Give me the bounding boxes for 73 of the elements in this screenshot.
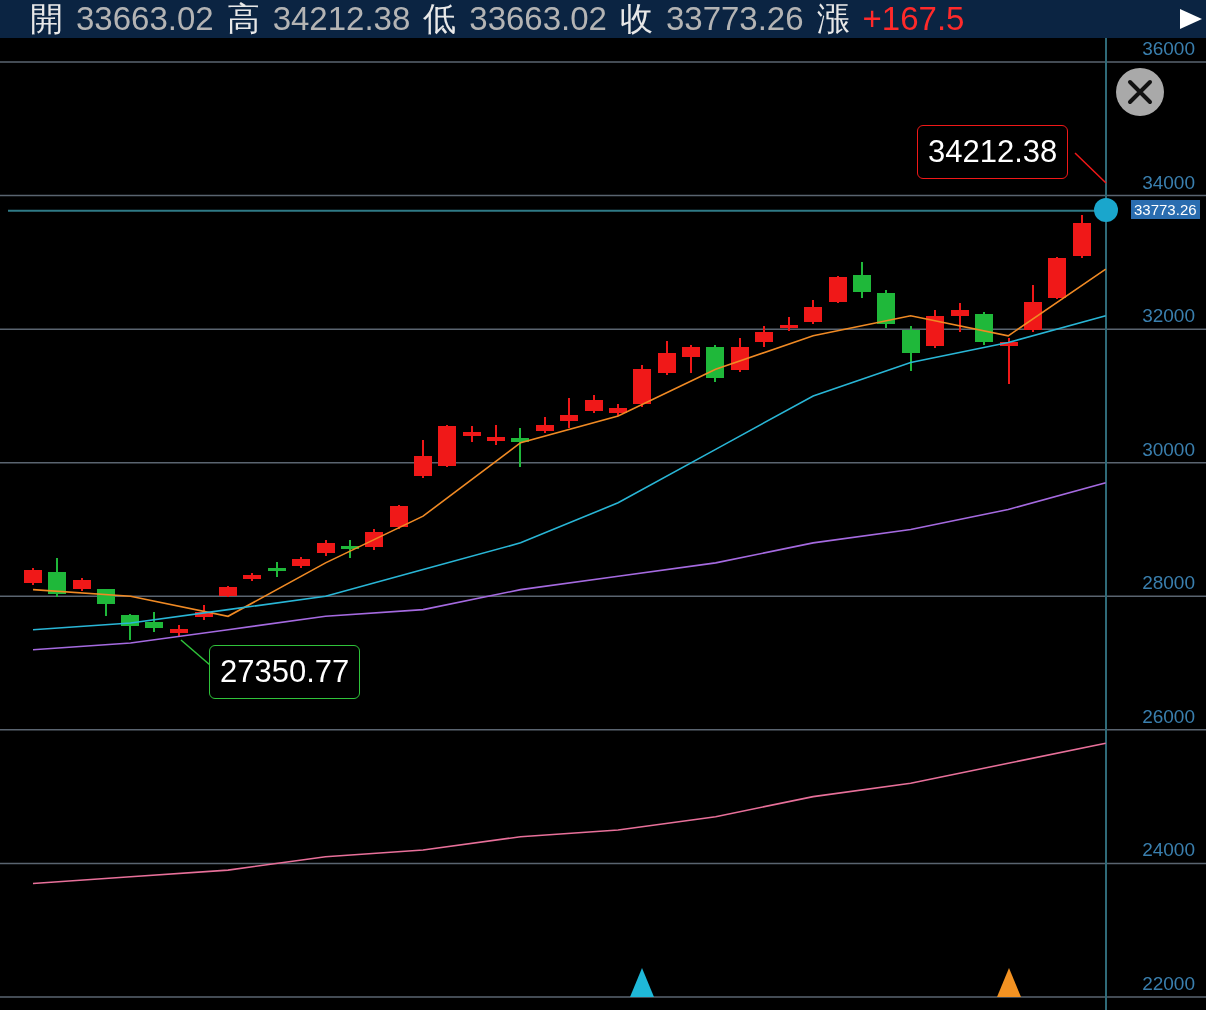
play-arrow-icon[interactable]	[1178, 7, 1204, 31]
candlestick	[414, 439, 432, 479]
candlestick	[1024, 284, 1042, 333]
axis-label: 32000	[1142, 305, 1195, 327]
axis-label: 36000	[1142, 38, 1195, 59]
field-value: 34212.38	[272, 0, 411, 38]
candlestick	[121, 613, 139, 641]
field-label: 開	[30, 0, 63, 38]
candlestick	[170, 624, 188, 638]
candlestick	[365, 528, 383, 551]
candlestick	[1048, 256, 1066, 300]
current-price-tag: 33773.26	[1131, 200, 1200, 219]
field-label: 收	[619, 0, 653, 38]
field-value: 33663.02	[76, 0, 214, 38]
axis-label: 34000	[1142, 171, 1195, 193]
candlestick	[633, 364, 651, 408]
candlestick	[682, 344, 700, 374]
axis-label: 22000	[1142, 973, 1195, 994]
field-label: 漲	[816, 0, 850, 38]
candlestick	[195, 604, 213, 621]
candlestick	[268, 561, 286, 578]
field-label: 高	[226, 0, 260, 38]
candlestick	[902, 325, 920, 372]
candlestick	[317, 539, 335, 557]
candlestick	[560, 397, 578, 429]
candlestick	[97, 588, 115, 617]
candlestick	[463, 425, 481, 443]
close-button[interactable]	[1116, 68, 1164, 116]
candlestick	[780, 316, 798, 332]
triangle-marker-icon[interactable]	[630, 968, 654, 997]
axis-label: 28000	[1142, 572, 1195, 594]
candlestick	[926, 309, 944, 349]
candlestick	[73, 577, 91, 592]
candlestick	[390, 504, 408, 530]
high-price-callout: 34212.38	[917, 125, 1069, 179]
candlestick	[243, 572, 261, 582]
candlestick	[804, 299, 822, 325]
candlestick	[511, 427, 529, 468]
candlestick	[731, 337, 749, 373]
candlestick	[219, 585, 237, 598]
axis-label: 24000	[1142, 839, 1195, 861]
crosshair-dot[interactable]	[1094, 198, 1118, 222]
leader-line	[180, 639, 211, 666]
candlestick	[706, 344, 724, 383]
field-value: 33773.26	[665, 0, 804, 38]
field-label: 低	[423, 0, 457, 38]
candlestick	[487, 424, 505, 446]
low-price-callout: 27350.77	[209, 645, 361, 699]
candlestick	[853, 261, 871, 299]
close-icon	[1126, 78, 1154, 106]
candlestick	[24, 567, 42, 586]
candlestick	[536, 416, 554, 434]
field-value: 33663.02	[469, 0, 607, 38]
candlestick	[755, 325, 773, 348]
field-value: +167.5	[862, 0, 965, 38]
candlestick	[48, 557, 66, 598]
candlestick	[658, 340, 676, 376]
candlestick	[951, 302, 969, 333]
axis-label: 30000	[1142, 438, 1195, 460]
candlestick	[975, 311, 993, 346]
candlestick	[145, 611, 163, 633]
candlestick	[438, 424, 456, 468]
candlestick	[609, 403, 627, 417]
candlestick	[829, 275, 847, 304]
candlestick	[585, 394, 603, 414]
candlestick	[877, 289, 895, 329]
axis-label: 26000	[1142, 705, 1195, 727]
candlestick	[292, 556, 310, 569]
leader-line	[1074, 152, 1107, 184]
candlestick	[1073, 214, 1091, 259]
triangle-marker-icon[interactable]	[997, 968, 1021, 997]
candlestick	[341, 539, 359, 559]
candlestick	[1000, 337, 1018, 385]
